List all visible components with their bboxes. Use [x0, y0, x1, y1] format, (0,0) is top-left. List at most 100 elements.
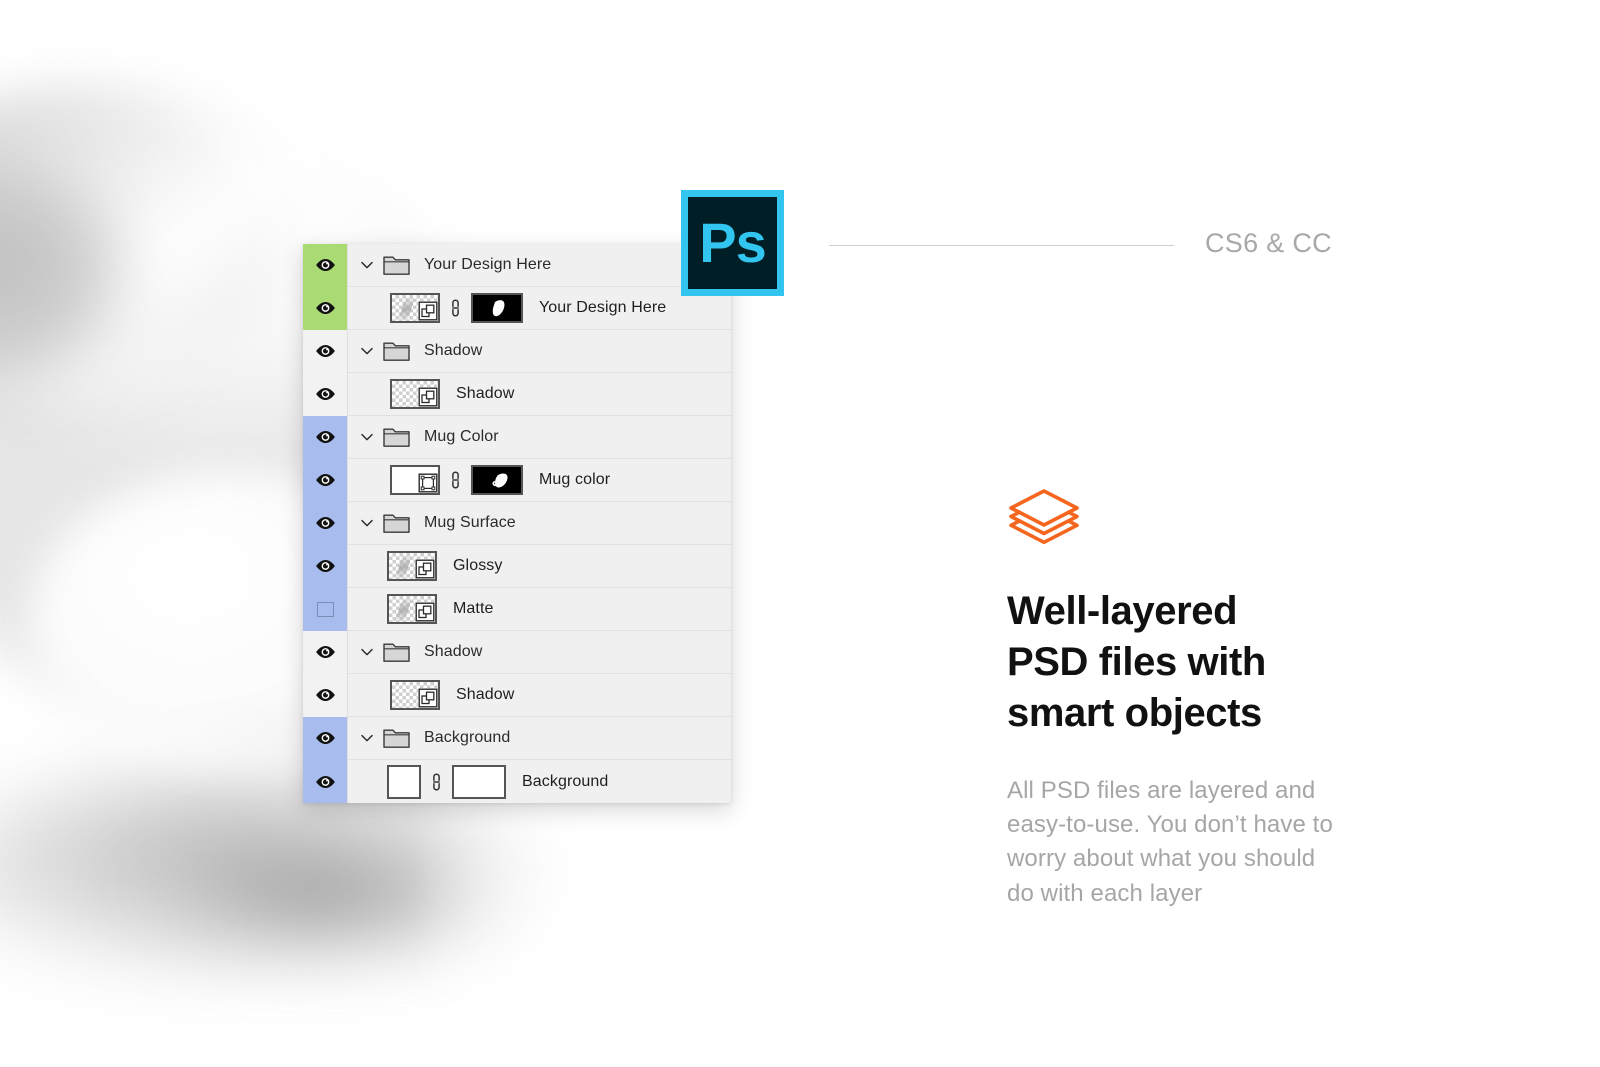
layer-row-body[interactable]: Matte	[348, 588, 731, 631]
eye-icon	[315, 731, 335, 745]
layer-visibility-toggle[interactable]	[303, 372, 348, 416]
eye-icon	[315, 516, 335, 530]
body-line-3: worry about what you should	[1007, 845, 1316, 873]
table-row[interactable]: Mug Color	[303, 415, 731, 459]
layer-row-body[interactable]: Your Design Here	[348, 244, 731, 287]
screenshot-stage: Your Design Here Your Design Here Shadow…	[0, 0, 1600, 1067]
table-row[interactable]: Mug Surface	[303, 501, 731, 545]
layer-mask-thumbnail[interactable]	[471, 293, 523, 323]
layer-row-body[interactable]: Shadow	[348, 631, 731, 674]
layer-visibility-toggle[interactable]	[303, 716, 348, 760]
layer-row-body[interactable]: Mug Color	[348, 416, 731, 459]
eye-icon	[315, 344, 335, 358]
eye-icon	[315, 301, 335, 315]
layer-visibility-toggle[interactable]	[303, 544, 348, 588]
layer-visibility-toggle[interactable]	[303, 286, 348, 330]
table-row[interactable]: Background	[303, 716, 731, 760]
eye-icon	[315, 430, 335, 444]
layers-panel[interactable]: Your Design Here Your Design Here Shadow…	[303, 243, 731, 803]
smart-object-badge-icon	[418, 301, 438, 321]
chevron-down-icon[interactable]	[360, 516, 374, 530]
chevron-down-icon[interactable]	[360, 258, 374, 272]
table-row[interactable]: Glossy	[303, 544, 731, 588]
layer-name: Background	[522, 772, 609, 790]
folder-icon	[383, 514, 410, 533]
table-row[interactable]: Your Design Here	[303, 243, 731, 287]
table-row[interactable]: Mug color	[303, 458, 731, 502]
layer-thumbnail[interactable]	[387, 551, 437, 581]
eye-icon	[315, 258, 335, 272]
layer-thumbnail[interactable]	[387, 764, 421, 799]
layer-row-body[interactable]: Background	[348, 717, 731, 760]
layer-row-body[interactable]: Background	[348, 760, 731, 803]
folder-icon	[383, 342, 410, 361]
table-row[interactable]: Background	[303, 760, 731, 803]
layer-mask-thumbnail[interactable]	[452, 764, 506, 799]
layer-hidden-checkbox[interactable]	[316, 601, 334, 617]
table-row[interactable]: Shadow	[303, 329, 731, 373]
layer-mask-thumbnail[interactable]	[471, 465, 523, 495]
chevron-down-icon[interactable]	[360, 645, 374, 659]
layer-thumbnail[interactable]	[390, 293, 440, 323]
layer-row-body[interactable]: Your Design Here	[348, 287, 731, 330]
smart-object-badge-icon	[418, 688, 438, 708]
thumbnail-content	[395, 597, 412, 623]
headline-line-1: Well-layered	[1007, 589, 1238, 633]
layer-visibility-toggle[interactable]	[303, 587, 348, 631]
layer-visibility-toggle[interactable]	[303, 630, 348, 674]
mask-shape	[492, 473, 508, 488]
body-line-2: easy-to-use. You don’t have to	[1007, 810, 1333, 838]
layer-name: Shadow	[424, 643, 483, 660]
mask-shape	[492, 300, 505, 317]
photoshop-app-icon: Ps	[681, 190, 784, 296]
layer-visibility-toggle[interactable]	[303, 329, 348, 373]
stacked-layers-icon	[1009, 489, 1079, 545]
feature-block: Well-layered PSD files with smart object…	[1007, 488, 1427, 911]
layer-thumbnail[interactable]	[390, 465, 440, 495]
table-row[interactable]: Shadow	[303, 372, 731, 416]
folder-icon	[383, 256, 410, 275]
layer-row-body[interactable]: Glossy	[348, 545, 731, 588]
table-row[interactable]: Your Design Here	[303, 286, 731, 330]
layer-thumbnail[interactable]	[390, 379, 440, 409]
layer-visibility-toggle[interactable]	[303, 760, 348, 803]
layer-row-body[interactable]: Mug color	[348, 459, 731, 502]
thumbnail-content	[395, 554, 412, 580]
layer-visibility-toggle[interactable]	[303, 673, 348, 717]
layer-thumbnail[interactable]	[390, 680, 440, 710]
layer-row-body[interactable]: Shadow	[348, 330, 731, 373]
layer-name: Background	[424, 729, 511, 746]
table-row[interactable]: Shadow	[303, 673, 731, 717]
chevron-down-icon[interactable]	[360, 731, 374, 745]
layer-visibility-toggle[interactable]	[303, 501, 348, 545]
table-row[interactable]: Matte	[303, 587, 731, 631]
transform-badge-icon	[418, 473, 438, 493]
layer-visibility-toggle[interactable]	[303, 458, 348, 502]
layer-row-body[interactable]: Mug Surface	[348, 502, 731, 545]
link-icon[interactable]	[449, 469, 462, 491]
version-label: CS6 & CC	[1205, 228, 1332, 258]
body-line-1: All PSD files are layered and	[1007, 776, 1316, 804]
chevron-down-icon[interactable]	[360, 344, 374, 358]
page-title: Well-layered PSD files with smart object…	[1007, 586, 1427, 740]
folder-icon	[383, 428, 410, 447]
layer-name: Shadow	[456, 385, 515, 402]
eye-icon	[315, 473, 335, 487]
layer-name: Shadow	[456, 686, 515, 703]
table-row[interactable]: Shadow	[303, 630, 731, 674]
layer-thumbnail[interactable]	[387, 594, 437, 624]
link-icon[interactable]	[449, 297, 462, 319]
photoshop-icon-letters: Ps	[699, 211, 766, 274]
layer-visibility-toggle[interactable]	[303, 243, 348, 287]
chevron-down-icon[interactable]	[360, 430, 374, 444]
eye-icon	[315, 387, 335, 401]
layer-visibility-toggle[interactable]	[303, 415, 348, 459]
layer-row-body[interactable]: Shadow	[348, 674, 731, 717]
link-icon[interactable]	[430, 771, 443, 793]
headline-line-2: PSD files with	[1007, 640, 1266, 685]
smart-object-badge-icon	[418, 387, 438, 407]
folder-icon	[383, 729, 410, 748]
layer-row-body[interactable]: Shadow	[348, 373, 731, 416]
layer-name: Your Design Here	[424, 256, 552, 273]
connector-line	[829, 245, 1174, 246]
